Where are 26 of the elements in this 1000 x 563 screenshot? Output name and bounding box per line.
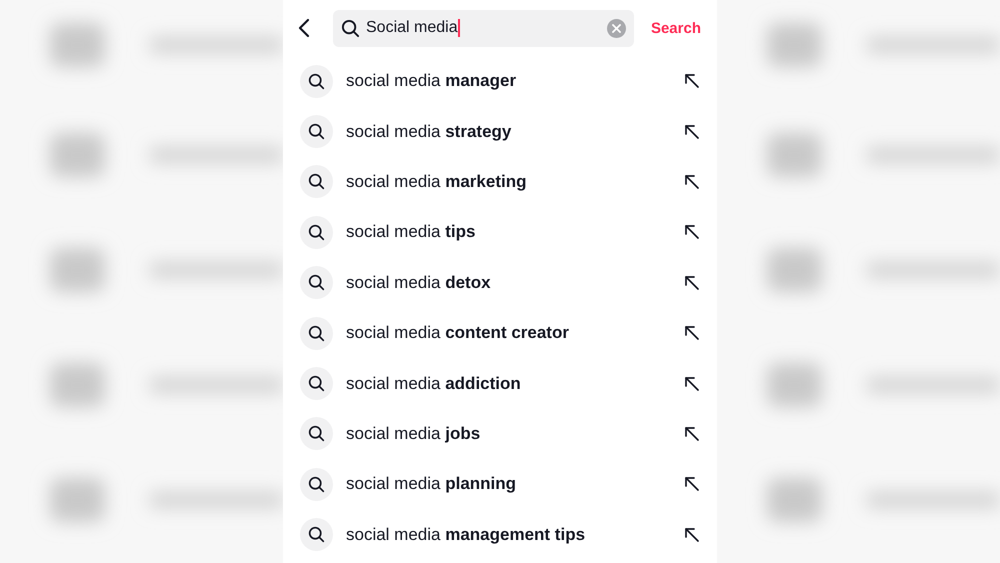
chevron-left-icon [297, 18, 311, 38]
fill-arrow-icon[interactable] [683, 424, 701, 443]
suggestion-text[interactable]: social media marketing [346, 172, 526, 192]
suggestion-text[interactable]: social media jobs [346, 424, 480, 444]
fill-arrow-icon[interactable] [683, 475, 701, 494]
suggestion-text[interactable]: social media addiction [346, 374, 521, 394]
search-icon [341, 18, 360, 38]
fill-arrow-icon[interactable] [683, 324, 701, 342]
suggestion-text[interactable]: social media planning [346, 474, 516, 494]
suggestion-text[interactable]: social media detox [346, 272, 491, 293]
suggestion-text[interactable]: social media manager [346, 71, 516, 92]
suggestion-text[interactable]: social media tips [346, 222, 476, 242]
fill-arrow-icon[interactable] [683, 223, 701, 242]
suggestion-text[interactable]: social media strategy [346, 122, 512, 142]
search-button[interactable]: Search [650, 20, 701, 36]
fill-arrow-icon[interactable] [683, 274, 701, 292]
text-cursor [458, 18, 460, 37]
suggestion-text[interactable]: social media management tips [346, 524, 586, 545]
fill-arrow-icon[interactable] [683, 374, 701, 393]
search-field[interactable]: Social media [333, 10, 634, 46]
fill-arrow-icon[interactable] [683, 172, 701, 191]
close-icon [612, 24, 621, 32]
fill-arrow-icon[interactable] [683, 72, 701, 90]
fill-arrow-icon[interactable] [683, 122, 701, 141]
fill-arrow-icon[interactable] [683, 526, 701, 544]
suggestion-text[interactable]: social media content creator [346, 323, 569, 344]
